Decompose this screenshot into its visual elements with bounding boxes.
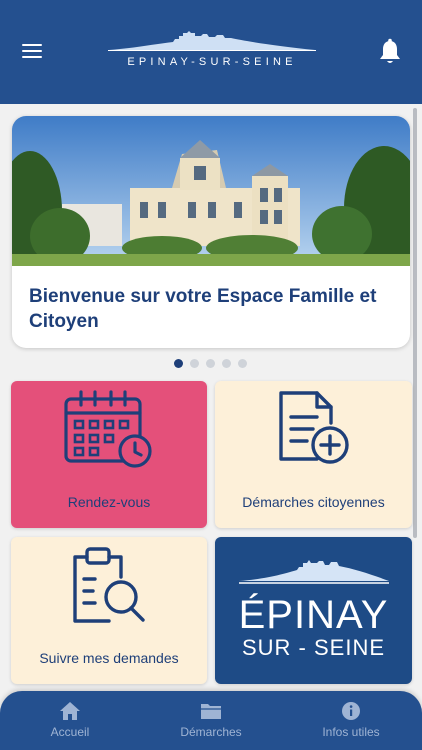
logo-underline	[108, 50, 316, 51]
home-icon	[60, 702, 80, 720]
hamburger-menu-icon[interactable]	[22, 44, 42, 60]
track-requests-tile[interactable]: Suivre mes demandes	[11, 537, 207, 684]
carousel-pagination	[174, 359, 247, 368]
scrollbar[interactable]	[413, 108, 417, 538]
carousel-dot[interactable]	[190, 359, 199, 368]
nav-procedures-label: Démarches	[180, 725, 242, 739]
citizen-procedures-label: Démarches citoyennes	[242, 494, 385, 510]
logo-text: EPINAY-SUR-SEINE	[127, 56, 297, 68]
carousel-dot[interactable]	[206, 359, 215, 368]
app-header: EPINAY-SUR-SEINE	[0, 0, 422, 104]
calendar-clock-icon	[64, 390, 152, 468]
nav-procedures[interactable]: Démarches	[161, 701, 261, 739]
welcome-carousel-card[interactable]: Bienvenue sur votre Espace Famille et Ci…	[12, 116, 410, 348]
track-requests-label: Suivre mes demandes	[39, 650, 179, 666]
appointments-tile[interactable]: Rendez-vous	[11, 381, 207, 528]
city-logo: EPINAY-SUR-SEINE	[105, 30, 319, 72]
folder-icon	[201, 704, 221, 719]
skyline-brand-icon	[239, 560, 389, 584]
bottom-navigation: Accueil Démarches Infos utiles	[0, 691, 422, 750]
brand-subtitle: SUR - SEINE	[241, 635, 386, 660]
town-hall-photo	[12, 116, 410, 266]
info-icon	[342, 702, 360, 720]
nav-info-label: Infos utiles	[322, 725, 380, 739]
epinay-brand-tile[interactable]: ÉPINAY SUR - SEINE	[215, 537, 412, 684]
skyline-logo-icon	[109, 31, 315, 50]
citizen-procedures-tile[interactable]: Démarches citoyennes	[215, 381, 412, 528]
brand-title: ÉPINAY	[238, 593, 389, 637]
document-add-icon	[279, 391, 349, 464]
nav-home[interactable]: Accueil	[20, 701, 120, 739]
clipboard-search-icon	[73, 547, 145, 623]
carousel-dot[interactable]	[174, 359, 183, 368]
carousel-dot[interactable]	[222, 359, 231, 368]
bell-icon[interactable]	[378, 38, 402, 66]
nav-home-label: Accueil	[50, 725, 90, 739]
nav-info[interactable]: Infos utiles	[301, 701, 401, 739]
welcome-title: Bienvenue sur votre Espace Famille et Ci…	[29, 286, 377, 332]
carousel-dot[interactable]	[238, 359, 247, 368]
appointments-label: Rendez-vous	[67, 494, 151, 510]
